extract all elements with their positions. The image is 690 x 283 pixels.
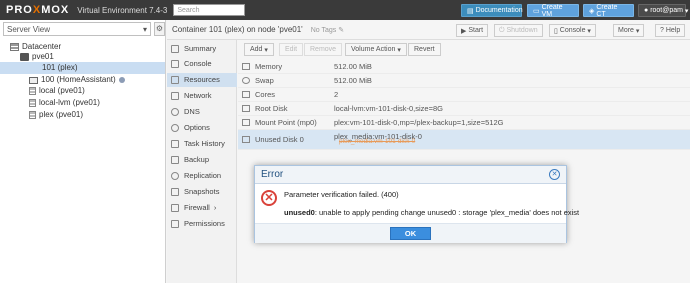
pencil-icon: ✎: [338, 26, 345, 34]
revert-button[interactable]: Revert: [408, 43, 441, 56]
summary-icon: [171, 45, 179, 53]
server-view-select[interactable]: Server View ▾: [3, 22, 151, 36]
nav-dns[interactable]: DNS: [167, 105, 237, 119]
resource-row-cores[interactable]: Cores 2: [238, 88, 690, 102]
nav-summary[interactable]: Summary: [167, 42, 237, 56]
ok-button[interactable]: OK: [390, 227, 431, 240]
memory-icon: [242, 63, 250, 70]
monitor-icon: [29, 76, 38, 84]
globe-icon: [171, 108, 179, 116]
dialog-header: Error ✕: [255, 166, 566, 184]
chevron-right-icon: ›: [213, 203, 217, 212]
tree-item-storage-local-lvm[interactable]: local-lvm (pve01): [29, 97, 100, 109]
list-icon: [171, 140, 179, 148]
nav-replication[interactable]: Replication: [167, 169, 237, 183]
search-input[interactable]: Search: [173, 4, 246, 16]
container-nav: Summary Console Resources Network DNS Op…: [167, 40, 237, 283]
retweet-icon: [171, 172, 179, 180]
pending-change-value: plex_media:vm-101-disk-0: [339, 138, 416, 145]
power-icon: ⏻: [499, 26, 507, 34]
monitor-icon: ▭: [533, 7, 542, 15]
more-button[interactable]: More ▾: [613, 24, 645, 37]
create-vm-button[interactable]: ▭ Create VM: [527, 4, 579, 18]
remove-button[interactable]: Remove: [304, 43, 343, 56]
hdd-icon: [242, 136, 250, 143]
edit-button[interactable]: Edit: [279, 43, 304, 56]
error-icon: ✕: [261, 190, 277, 206]
proxmox-logo: PRO X MOX: [6, 4, 70, 16]
user-menu-button[interactable]: ● root@pam ▾: [638, 4, 689, 17]
tags-label[interactable]: No Tags ✎: [311, 26, 344, 34]
cube-icon: [171, 76, 179, 84]
help-button[interactable]: ? Help: [655, 24, 686, 37]
gear-icon: [171, 124, 179, 132]
start-button[interactable]: ▶ Start: [456, 24, 489, 37]
close-icon[interactable]: ✕: [549, 169, 560, 180]
hdd-icon: [242, 119, 250, 126]
resources-toolbar: Add ▾ Edit Remove Volume Action ▾ Revert: [238, 42, 690, 58]
resource-tree-panel: Server View ▾ ⚙ Datacenter pve01 101 (pl…: [0, 20, 166, 283]
chevron-down-icon: ▾: [585, 27, 591, 35]
storage-icon: [29, 99, 36, 107]
book-icon: ▤: [467, 7, 476, 15]
nav-backup[interactable]: Backup: [167, 153, 237, 167]
dialog-title: Error: [261, 169, 284, 180]
shield-icon: [171, 204, 179, 212]
hdd-icon: [242, 105, 250, 112]
resource-row-mount-point[interactable]: Mount Point (mp0) plex:vm-101-disk-0,mp=…: [238, 116, 690, 130]
gear-icon[interactable]: ⚙: [154, 22, 165, 36]
resource-row-unused-disk[interactable]: Unused Disk 0 plex_media:vm-101-disk-0: [238, 130, 690, 150]
add-button[interactable]: Add ▾: [244, 43, 274, 56]
nav-network[interactable]: Network: [167, 89, 237, 103]
nav-permissions[interactable]: Permissions: [167, 217, 237, 231]
tree-item-container-101[interactable]: 101 (plex): [0, 62, 165, 74]
resource-row-swap[interactable]: Swap 512.00 MiB: [238, 74, 690, 88]
resource-row-root-disk[interactable]: Root Disk local-lvm:vm-101-disk-0,size=8…: [238, 102, 690, 116]
version-label: Virtual Environment 7.4-3: [77, 5, 168, 15]
top-bar: PRO X MOX Virtual Environment 7.4-3 Search…: [0, 0, 690, 20]
nav-resources[interactable]: Resources: [167, 73, 237, 87]
error-dialog: Error ✕ ✕ Parameter verification failed.…: [254, 165, 579, 243]
nav-task-history[interactable]: Task History: [167, 137, 237, 151]
chevron-down-icon: ▾: [142, 24, 147, 34]
cube-icon: ◈: [589, 7, 597, 15]
floppy-icon: [171, 156, 179, 164]
content-header: Container 101 (plex) on node 'pve01' No …: [167, 20, 690, 40]
documentation-button[interactable]: ▤ Documentation: [461, 4, 523, 17]
nav-firewall[interactable]: Firewall ›: [167, 201, 237, 215]
storage-icon: [29, 111, 36, 119]
tree-item-storage-plex[interactable]: plex (pve01): [29, 109, 83, 121]
tree-item-storage-local[interactable]: local (pve01): [29, 85, 85, 97]
server-icon: [20, 53, 29, 61]
terminal-icon: [171, 60, 179, 68]
history-icon: [171, 188, 179, 196]
error-message: Parameter verification failed. (400): [284, 190, 399, 199]
page-title: Container 101 (plex) on node 'pve01': [172, 25, 303, 34]
volume-action-button[interactable]: Volume Action ▾: [345, 43, 407, 56]
network-icon: [171, 92, 179, 100]
nav-console[interactable]: Console: [167, 57, 237, 71]
cpu-icon: [242, 91, 250, 98]
create-ct-button[interactable]: ◈ Create CT: [583, 4, 634, 18]
unlock-icon: [171, 220, 179, 228]
shutdown-button[interactable]: ⏻ Shutdown: [494, 24, 543, 37]
chevron-down-icon: ▾: [633, 27, 640, 35]
storage-icon: [29, 87, 36, 95]
nav-snapshots[interactable]: Snapshots: [167, 185, 237, 199]
chevron-down-icon: ▾: [682, 7, 689, 15]
dialog-footer: OK: [255, 223, 566, 243]
resource-row-memory[interactable]: Memory 512.00 MiB: [238, 60, 690, 74]
status-dot-icon: [118, 77, 125, 83]
error-detail: unused0: unable to apply pending change …: [284, 208, 580, 217]
chevron-down-icon: ▾: [395, 46, 401, 54]
chevron-down-icon: ▾: [262, 46, 268, 54]
nav-options[interactable]: Options: [167, 121, 237, 135]
datacenter-icon: [10, 43, 19, 51]
console-button[interactable]: ▯ Console ▾: [549, 24, 596, 37]
refresh-icon: [242, 77, 250, 84]
play-icon: ▶: [461, 27, 469, 35]
